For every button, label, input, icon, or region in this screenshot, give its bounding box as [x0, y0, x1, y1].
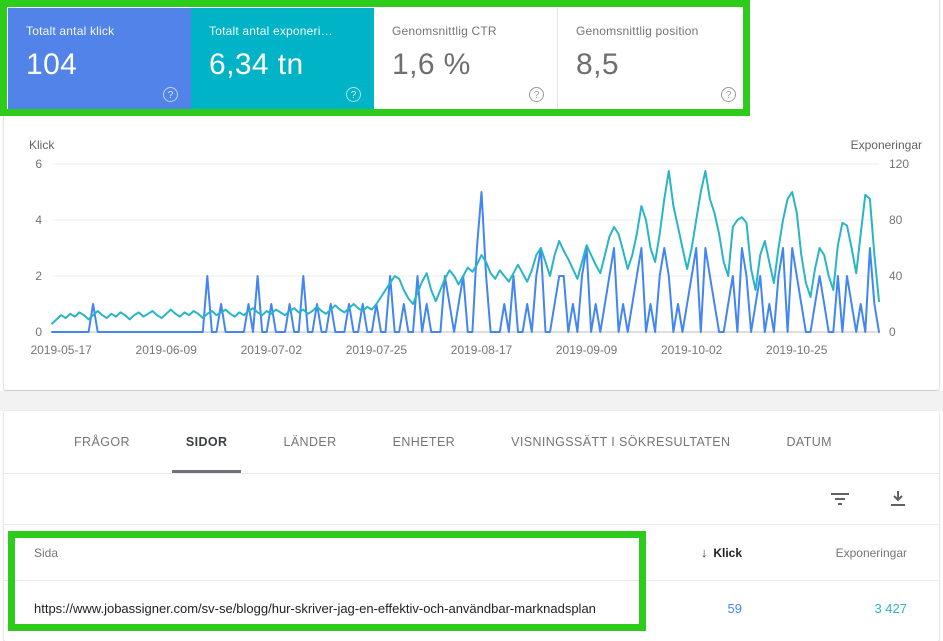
- row-exponeringar-value: 3 427: [742, 601, 907, 616]
- metric-label: Totalt antal klick: [26, 24, 176, 38]
- metric-value: 6,34 tn: [209, 48, 374, 82]
- metric-card-average-position[interactable]: Genomsnittlig position 8,5 ?: [557, 8, 749, 112]
- svg-text:2019-10-02: 2019-10-02: [661, 343, 723, 357]
- help-icon[interactable]: ?: [163, 87, 178, 102]
- svg-text:2019-05-17: 2019-05-17: [30, 343, 92, 357]
- svg-text:80: 80: [889, 213, 903, 227]
- metric-value: 1,6 %: [392, 48, 557, 82]
- tab-datum[interactable]: DATUM: [758, 411, 860, 473]
- svg-text:120: 120: [889, 157, 909, 171]
- dimension-tabs: FRÅGOR SIDOR LÄNDER ENHETER VISNINGSSÄTT…: [4, 411, 939, 474]
- tab-fragor[interactable]: FRÅGOR: [46, 411, 158, 473]
- svg-text:Klick: Klick: [29, 138, 55, 152]
- column-header-sida[interactable]: Sida: [34, 546, 627, 560]
- performance-chart-area: 0 0 2 40 4 80 6 120 Klick Exponeringar 2019-05-17 2…: [4, 133, 943, 368]
- svg-text:2019-07-02: 2019-07-02: [241, 343, 303, 357]
- svg-text:2019-09-09: 2019-09-09: [556, 343, 618, 357]
- metric-value: 8,5: [576, 48, 749, 82]
- help-icon[interactable]: ?: [721, 87, 736, 102]
- sort-arrow-icon: ↓: [701, 545, 708, 560]
- svg-text:40: 40: [889, 269, 903, 283]
- results-panel: FRÅGOR SIDOR LÄNDER ENHETER VISNINGSSÄTT…: [4, 411, 939, 641]
- help-icon[interactable]: ?: [529, 87, 544, 102]
- metric-label: Genomsnittlig position: [576, 24, 726, 38]
- svg-text:4: 4: [35, 213, 42, 227]
- svg-text:6: 6: [35, 157, 42, 171]
- tab-sidor[interactable]: SIDOR: [158, 411, 256, 473]
- help-icon[interactable]: ?: [346, 87, 361, 102]
- svg-text:Exponeringar: Exponeringar: [851, 138, 922, 152]
- table-header-row: Sida ↓ Klick Exponeringar: [4, 525, 939, 581]
- page-url[interactable]: https://www.jobassigner.com/sv-se/blogg/…: [34, 601, 627, 616]
- svg-text:2019-07-25: 2019-07-25: [346, 343, 408, 357]
- row-klick-value: 59: [627, 601, 742, 616]
- performance-panel: Totalt antal klick 104 ? Totalt antal ex…: [4, 0, 939, 390]
- svg-text:2019-10-25: 2019-10-25: [766, 343, 828, 357]
- table-row[interactable]: https://www.jobassigner.com/sv-se/blogg/…: [4, 581, 939, 635]
- svg-text:2: 2: [35, 269, 42, 283]
- table-toolbar: [4, 474, 939, 525]
- metric-card-total-impressions[interactable]: Totalt antal exponeri… 6,34 tn ?: [191, 8, 374, 112]
- tab-enheter[interactable]: ENHETER: [365, 411, 484, 473]
- column-header-exponeringar[interactable]: Exponeringar: [742, 546, 907, 560]
- svg-text:0: 0: [35, 325, 42, 339]
- metric-label: Genomsnittlig CTR: [392, 24, 542, 38]
- metric-cards: Totalt antal klick 104 ? Totalt antal ex…: [8, 8, 749, 112]
- column-header-klick[interactable]: ↓ Klick: [627, 545, 742, 560]
- metric-card-total-clicks[interactable]: Totalt antal klick 104 ?: [8, 8, 191, 112]
- panel-gap: [0, 391, 943, 411]
- metric-card-average-ctr[interactable]: Genomsnittlig CTR 1,6 % ?: [374, 8, 557, 112]
- metric-label: Totalt antal exponeri…: [209, 24, 359, 38]
- column-header-klick-label: Klick: [713, 546, 742, 560]
- tab-lander[interactable]: LÄNDER: [255, 411, 364, 473]
- svg-text:0: 0: [889, 325, 896, 339]
- filter-icon[interactable]: [829, 488, 851, 510]
- tab-visningssatt[interactable]: VISNINGSSÄTT I SÖKRESULTATEN: [483, 411, 758, 473]
- download-icon[interactable]: [887, 488, 909, 510]
- svg-text:2019-06-09: 2019-06-09: [136, 343, 198, 357]
- performance-chart: 0 0 2 40 4 80 6 120 Klick Exponeringar 2019-05-17 2…: [4, 133, 943, 368]
- svg-text:2019-08-17: 2019-08-17: [451, 343, 513, 357]
- metric-value: 104: [26, 48, 191, 82]
